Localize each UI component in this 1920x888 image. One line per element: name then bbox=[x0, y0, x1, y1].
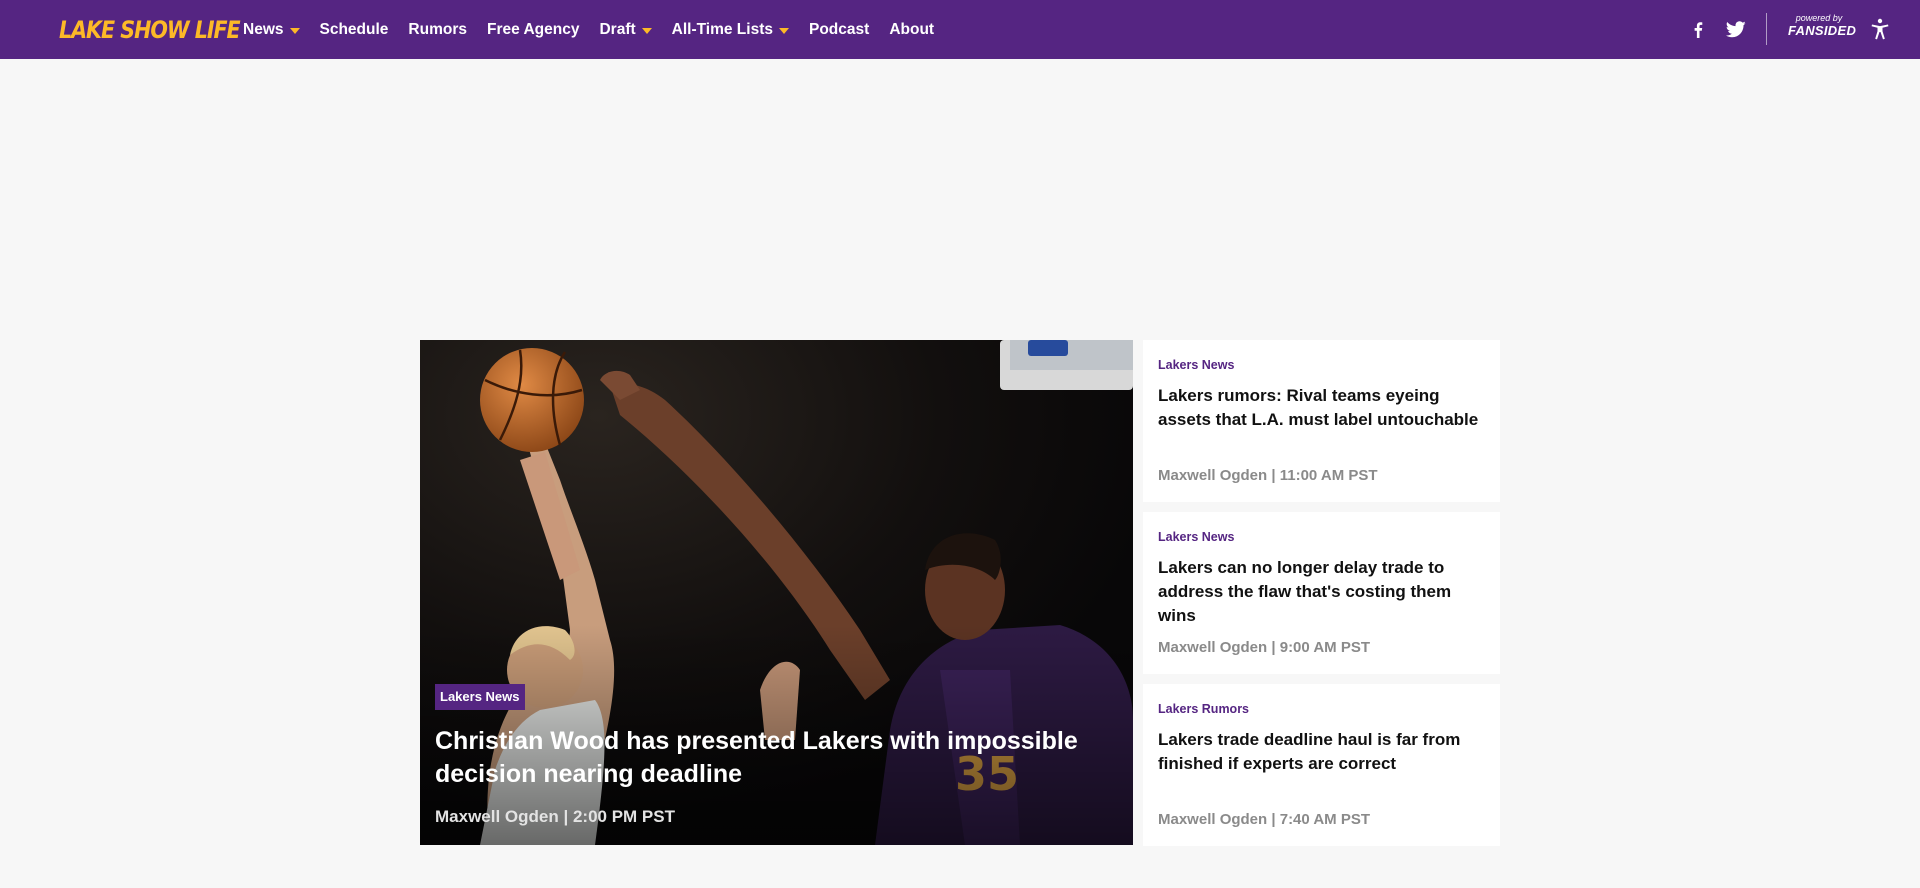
nav-item-schedule[interactable]: Schedule bbox=[320, 21, 389, 39]
story-headline[interactable]: Lakers rumors: Rival teams eyeing assets… bbox=[1158, 384, 1488, 432]
story-headline[interactable]: Lakers trade deadline haul is far from f… bbox=[1158, 728, 1488, 776]
main-nav: News Schedule Rumors Free Agency Draft A… bbox=[243, 0, 954, 59]
ad-space bbox=[0, 59, 1920, 340]
nav-item-news[interactable]: News bbox=[243, 21, 300, 39]
nav-item-label: About bbox=[889, 20, 935, 38]
powered-by-label: powered by bbox=[1795, 13, 1843, 23]
nav-item-label: Free Agency bbox=[487, 20, 580, 38]
category-label[interactable]: Lakers Rumors bbox=[1158, 701, 1249, 717]
nav-item-free-agency[interactable]: Free Agency bbox=[487, 21, 579, 39]
story-card[interactable]: Lakers News Lakers rumors: Rival teams e… bbox=[1143, 340, 1500, 502]
fansided-wordmark: FANSIDED bbox=[1788, 23, 1857, 38]
nav-item-podcast[interactable]: Podcast bbox=[809, 21, 869, 39]
nav-item-rumors[interactable]: Rumors bbox=[408, 21, 467, 39]
byline: Maxwell Ogden | 11:00 AM PST bbox=[1158, 467, 1378, 484]
facebook-icon[interactable] bbox=[1686, 0, 1710, 59]
nav-divider bbox=[1766, 13, 1767, 45]
story-card[interactable]: Lakers Rumors Lakers trade deadline haul… bbox=[1143, 684, 1500, 846]
nav-item-label: Schedule bbox=[319, 20, 389, 38]
twitter-icon[interactable] bbox=[1722, 0, 1750, 59]
nav-item-label: Rumors bbox=[408, 20, 467, 38]
nav-item-label: Podcast bbox=[809, 20, 870, 38]
story-headline[interactable]: Lakers can no longer delay trade to addr… bbox=[1158, 556, 1488, 628]
featured-headline[interactable]: Christian Wood has presented Lakers with… bbox=[435, 725, 1125, 791]
chevron-down-icon bbox=[641, 27, 652, 34]
nav-item-draft[interactable]: Draft bbox=[599, 20, 652, 39]
chevron-down-icon bbox=[779, 27, 789, 34]
accessibility-icon[interactable] bbox=[1868, 17, 1892, 41]
fansided-logo[interactable]: powered by FANSIDED bbox=[1788, 13, 1857, 45]
nav-item-about[interactable]: About bbox=[889, 21, 934, 39]
nav-item-all-time-lists[interactable]: All-Time Lists bbox=[672, 21, 789, 39]
chevron-down-icon bbox=[289, 27, 300, 34]
nav-item-label: News bbox=[243, 20, 284, 38]
byline: Maxwell Ogden | 2:00 PM PST bbox=[435, 807, 675, 826]
category-label[interactable]: Lakers News bbox=[1158, 529, 1234, 545]
byline: Maxwell Ogden | 9:00 AM PST bbox=[1158, 639, 1371, 656]
category-label[interactable]: Lakers News bbox=[1158, 357, 1234, 373]
top-navigation-bar: LAKE SHOW LIFE News Schedule Rumors Free… bbox=[0, 0, 1920, 59]
nav-item-label: Draft bbox=[599, 20, 636, 38]
featured-story[interactable]: 35 Lakers News Christian Wood has presen… bbox=[420, 340, 1133, 845]
nav-item-label: All-Time Lists bbox=[671, 20, 773, 38]
story-card[interactable]: Lakers News Lakers can no longer delay t… bbox=[1143, 512, 1500, 674]
category-badge[interactable]: Lakers News bbox=[435, 684, 525, 710]
site-logo[interactable]: LAKE SHOW LIFE bbox=[59, 12, 241, 48]
byline: Maxwell Ogden | 7:40 AM PST bbox=[1158, 811, 1371, 828]
